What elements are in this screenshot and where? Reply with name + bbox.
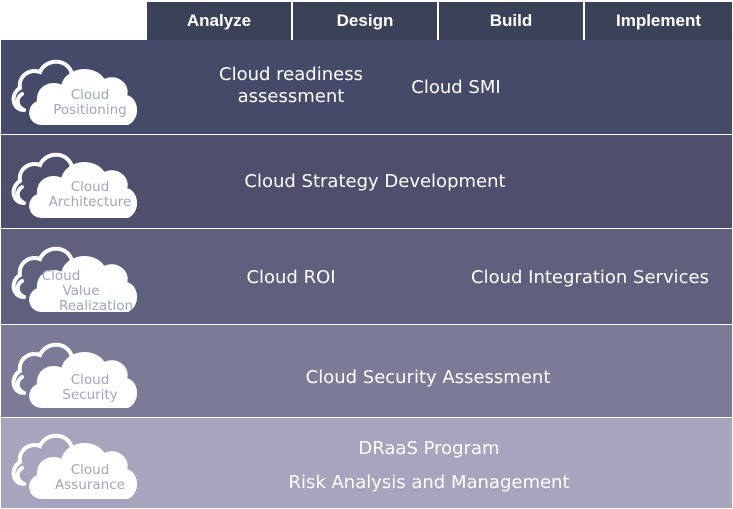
cloud-label-line: Cloud bbox=[70, 372, 110, 388]
cloud-label: Cloud Assurance bbox=[40, 463, 140, 493]
phase-build: Build bbox=[439, 2, 583, 40]
row-cloud-value-realization: Cloud Value Realization Cloud ROI Cloud … bbox=[1, 229, 732, 324]
activity-cloud-security-assessment: Cloud Security Assessment bbox=[305, 367, 551, 388]
cloud-icon: Cloud Architecture bbox=[10, 143, 140, 223]
row-cloud-assurance: Cloud Assurance DRaaS Program Risk Analy… bbox=[1, 418, 732, 508]
cloud-label-line: Cloud bbox=[70, 87, 110, 103]
cloud-label-line: Cloud bbox=[70, 179, 110, 195]
activity-cloud-smi: Cloud SMI bbox=[411, 77, 501, 98]
cloud-label-line: Realization bbox=[58, 298, 134, 314]
cloud-icon: Cloud Value Realization bbox=[10, 237, 140, 317]
cloud-icon: Cloud Assurance bbox=[10, 424, 140, 504]
activity-cloud-strategy-development: Cloud Strategy Development bbox=[244, 171, 506, 192]
row-cloud-architecture: Cloud Architecture Cloud Strategy Develo… bbox=[1, 135, 732, 228]
row-cloud-security: Cloud Security Cloud Security Assessment bbox=[1, 325, 732, 417]
cloud-label-line: Architecture bbox=[48, 194, 132, 210]
cloud-label-line: Assurance bbox=[55, 477, 125, 493]
cloud-label: Cloud Architecture bbox=[40, 180, 140, 210]
activity-risk-analysis-and-management: Risk Analysis and Management bbox=[288, 472, 570, 493]
cloud-label-line: Cloud bbox=[70, 462, 110, 478]
cloud-icon: Cloud Security bbox=[10, 333, 140, 413]
cloud-label-line: Security bbox=[62, 387, 118, 403]
cloud-label: Cloud Security bbox=[40, 373, 140, 403]
cloud-label: Cloud Value Realization bbox=[16, 269, 136, 314]
phase-analyze: Analyze bbox=[147, 2, 291, 40]
activity-cloud-readiness-assessment: Cloud readiness assessment bbox=[219, 64, 363, 107]
activity-cloud-integration-services: Cloud Integration Services bbox=[471, 267, 709, 288]
cloud-label-line: Value bbox=[62, 283, 100, 299]
cloud-icon: Cloud Positioning bbox=[10, 50, 140, 130]
activity-draas-program: DRaaS Program bbox=[358, 438, 500, 459]
cloud-label-line: Positioning bbox=[53, 102, 127, 118]
row-cloud-positioning: Cloud Positioning Cloud readiness assess… bbox=[1, 40, 732, 134]
phase-design: Design bbox=[293, 2, 437, 40]
cloud-label: Cloud Positioning bbox=[40, 88, 140, 118]
cloud-label-line: Cloud bbox=[41, 268, 81, 284]
phase-implement: Implement bbox=[585, 2, 732, 40]
activity-cloud-roi: Cloud ROI bbox=[246, 267, 336, 288]
